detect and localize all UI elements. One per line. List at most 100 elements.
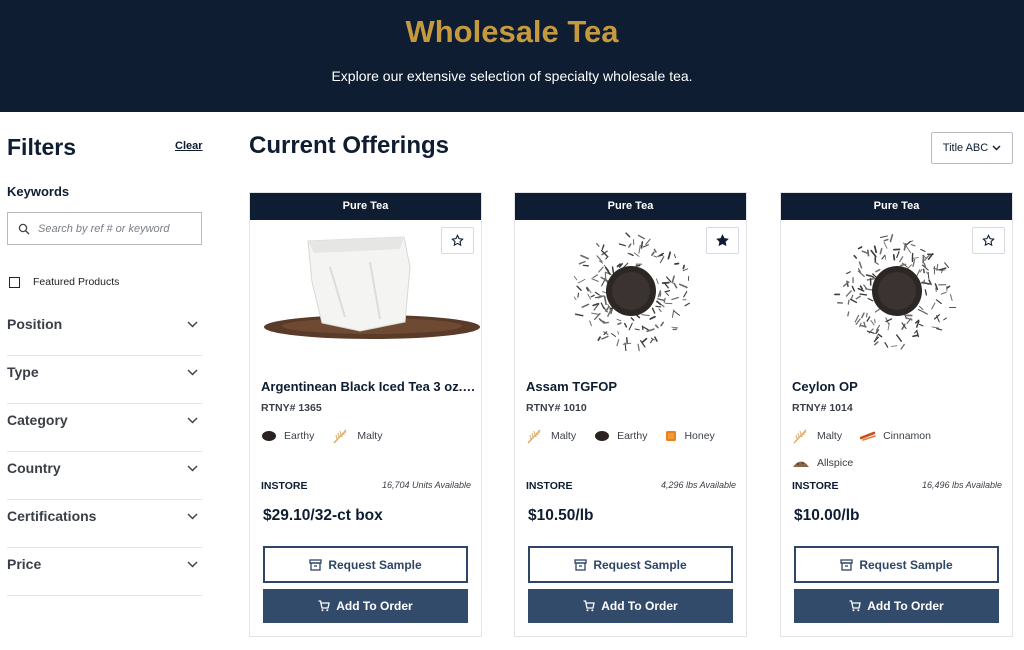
product-name-link[interactable]: Argentinean Black Iced Tea 3 oz. Bag <box>261 379 476 394</box>
flavor-note: Honey <box>665 427 715 444</box>
tea-leaf-fragment <box>846 271 851 275</box>
filter-group-country[interactable]: Country <box>7 452 202 500</box>
request-sample-button[interactable]: Request Sample <box>528 546 733 583</box>
tea-leaf-fragment <box>578 260 586 265</box>
tea-leaf-fragment <box>900 263 907 267</box>
product-card: Pure Tea Argentinean Black Iced Tea 3 oz… <box>249 192 482 637</box>
product-price: $29.10/32-ct box <box>263 507 383 524</box>
clear-filters-link[interactable]: Clear <box>175 140 203 152</box>
star-outline-icon <box>982 234 995 247</box>
tea-leaf-fragment <box>618 243 627 247</box>
sort-dropdown[interactable]: Title ABC <box>931 132 1013 164</box>
tea-leaf-fragment <box>845 290 852 297</box>
filter-group-certifications[interactable]: Certifications <box>7 500 202 548</box>
favorite-button[interactable] <box>972 227 1005 254</box>
tea-leaf-fragment <box>660 321 664 327</box>
tea-leaf-fragment <box>630 317 635 322</box>
tea-leaf-fragment <box>870 249 877 258</box>
tea-leaf-fragment <box>864 288 873 291</box>
product-name-link[interactable]: Ceylon OP <box>792 379 1007 394</box>
tea-leaf-fragment <box>661 281 670 284</box>
tea-leaf-fragment <box>682 264 685 270</box>
tea-leaf-fragment <box>874 261 879 265</box>
product-ref: RTNY# 1014 <box>792 402 853 414</box>
malty-icon <box>333 429 347 443</box>
tea-leaf-fragment <box>655 278 659 285</box>
tea-leaf-fragment <box>863 321 866 327</box>
tea-leaf-fragment <box>603 295 607 306</box>
tea-leaf-fragment <box>867 297 874 302</box>
featured-products-checkbox[interactable] <box>9 276 20 288</box>
tea-leaf-fragment <box>587 293 592 300</box>
tea-leaf-fragment <box>671 309 675 318</box>
tea-leaf-fragment <box>617 330 620 335</box>
filter-group-label: Type <box>7 364 39 380</box>
product-type-band: Pure Tea <box>781 193 1012 220</box>
allspice-icon <box>793 461 809 467</box>
flavor-note: Malty <box>526 427 576 444</box>
tea-leaf-fragment <box>641 325 644 331</box>
tea-leaf-fragment <box>664 282 669 289</box>
chevron-down-icon <box>187 369 198 376</box>
tea-leaf-fragment <box>591 278 599 282</box>
filter-group-label: Country <box>7 460 61 476</box>
tea-leaf-fragment <box>858 261 863 269</box>
tea-leaf-fragment <box>896 251 900 259</box>
tea-leaf-fragment <box>671 275 675 284</box>
tea-leaf-fragment <box>851 285 856 292</box>
tea-leaf-fragment <box>879 247 883 255</box>
tea-leaf-fragment <box>594 291 600 296</box>
tea-leaf-fragment <box>931 302 936 310</box>
tea-leaf-fragment <box>857 270 865 278</box>
featured-products-label: Featured Products <box>33 276 120 288</box>
cart-icon <box>583 600 596 612</box>
add-to-order-button[interactable]: Add To Order <box>528 589 733 623</box>
tea-leaf-fragment <box>595 242 600 247</box>
add-to-order-button[interactable]: Add To Order <box>794 589 999 623</box>
flavor-note: Malty <box>332 427 382 444</box>
product-ref: RTNY# 1365 <box>261 402 322 414</box>
product-name-link[interactable]: Assam TGFOP <box>526 379 741 394</box>
tea-leaf-fragment <box>617 322 622 325</box>
tea-leaf-fragment <box>663 297 666 304</box>
tea-leaf-fragment <box>855 295 861 300</box>
request-sample-button[interactable]: Request Sample <box>263 546 468 583</box>
filter-group-category[interactable]: Category <box>7 404 202 452</box>
tea-leaf-fragment <box>654 336 658 342</box>
availability: 16,496 lbs Available <box>921 480 1002 490</box>
keyword-search-box[interactable] <box>7 212 202 245</box>
tea-leaf-fragment <box>950 294 953 301</box>
favorite-button[interactable] <box>441 227 474 254</box>
tea-leaf-fragment <box>889 234 894 243</box>
honey-icon <box>666 430 677 441</box>
tea-leaf-fragment <box>673 254 676 259</box>
tea-leaf-fragment <box>924 289 928 296</box>
product-card: Pure Tea Assam TGFOP RTNY# 1010 Malty Ea… <box>514 192 747 637</box>
tea-leaf-fragment <box>849 298 858 304</box>
favorite-button[interactable] <box>706 227 739 254</box>
tea-leaf-fragment <box>623 322 628 328</box>
request-sample-button[interactable]: Request Sample <box>794 546 999 583</box>
featured-products-filter[interactable]: Featured Products <box>9 276 119 288</box>
tea-leaf-fragment <box>601 280 605 287</box>
tea-leaf-fragment <box>622 342 632 345</box>
tea-leaf-fragment <box>936 327 943 331</box>
flavor-notes: Malty Earthy Honey <box>526 427 741 444</box>
filters-title: Filters <box>7 134 77 160</box>
product-ref: RTNY# 1010 <box>526 402 587 414</box>
add-to-order-button[interactable]: Add To Order <box>263 589 468 623</box>
tea-leaf-fragment <box>920 248 926 252</box>
product-price: $10.50/lb <box>528 507 594 524</box>
tea-leaf-fragment <box>946 285 951 289</box>
filter-group-type[interactable]: Type <box>7 356 202 404</box>
filter-group-price[interactable]: Price <box>7 548 202 596</box>
tea-leaf-fragment <box>906 264 912 270</box>
tea-leaf-fragment <box>650 338 654 344</box>
tea-leaf-fragment <box>673 310 680 316</box>
keyword-search-input[interactable] <box>38 222 188 235</box>
tea-leaf-fragment <box>589 320 592 327</box>
product-price: $10.00/lb <box>794 507 860 524</box>
filter-group-position[interactable]: Position <box>7 308 202 356</box>
flavor-notes: Earthy Malty <box>261 427 476 444</box>
tea-leaf-fragment <box>875 268 881 273</box>
